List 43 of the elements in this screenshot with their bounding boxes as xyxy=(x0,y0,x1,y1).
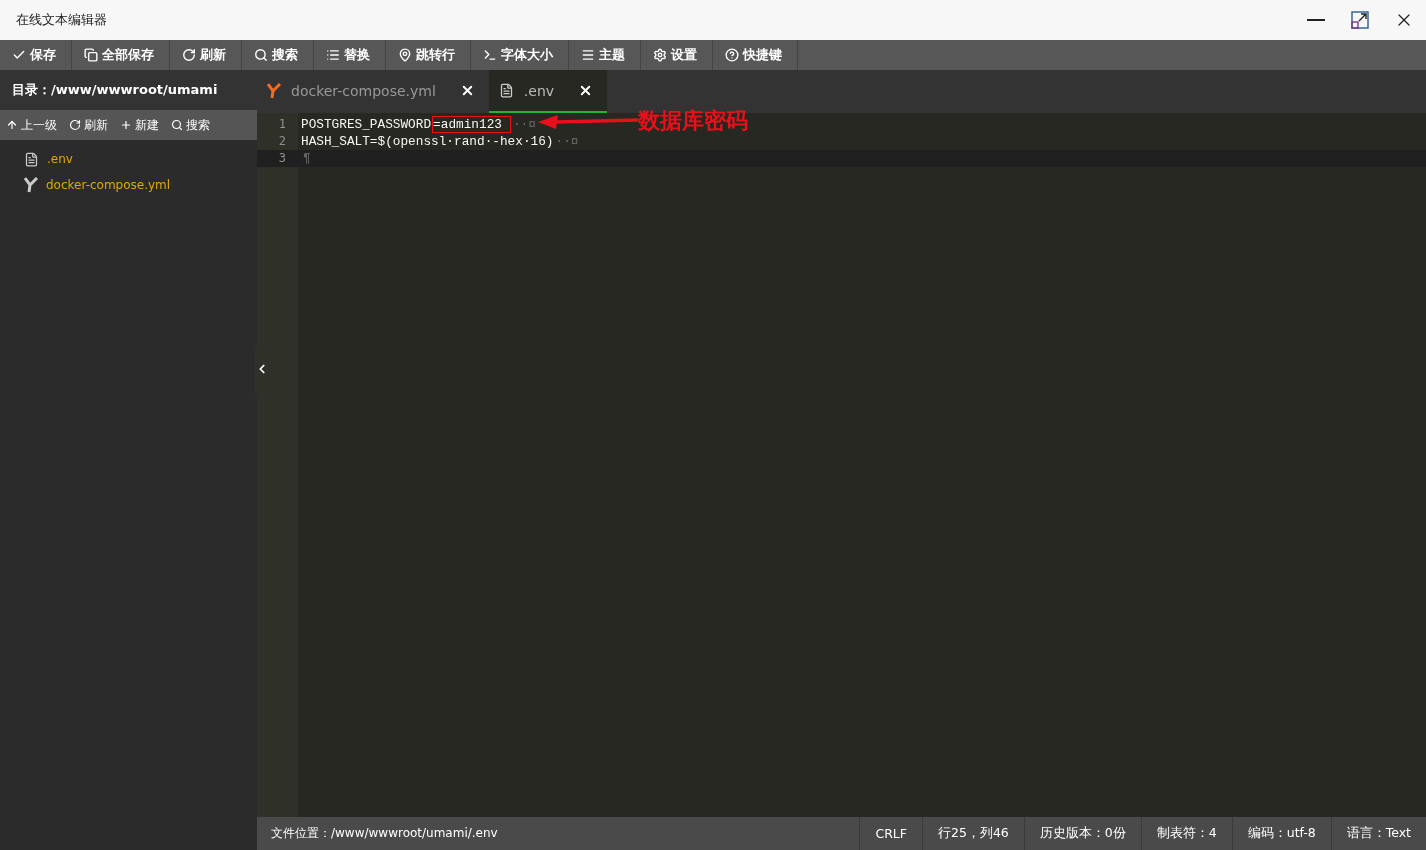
search-icon xyxy=(254,48,268,62)
status-item: 历史版本：0份 xyxy=(1023,817,1141,850)
refresh-icon xyxy=(182,48,196,62)
minimize-icon xyxy=(1307,19,1325,21)
file-item[interactable]: .env xyxy=(47,152,73,166)
status-item: 制表符：4 xyxy=(1140,817,1232,850)
line-number: 2 xyxy=(277,133,287,150)
search-icon xyxy=(171,119,183,131)
file-item[interactable]: docker-compose.yml xyxy=(46,178,171,192)
line-end-marker: ··¤ xyxy=(555,134,579,149)
document-icon xyxy=(498,83,514,98)
settings-icon xyxy=(653,48,667,62)
refresh-icon xyxy=(69,119,81,131)
check-icon xyxy=(12,48,26,62)
directory-path: 目录：/www/wwwroot/umami xyxy=(12,81,218,99)
y-shape-icon xyxy=(267,82,281,99)
document-icon xyxy=(24,151,39,167)
status-item: 编码：utf-8 xyxy=(1231,817,1331,850)
list-icon xyxy=(326,48,340,62)
arrow-icon xyxy=(537,113,638,129)
menu-icon xyxy=(581,48,595,62)
window-title: 在线文本编辑器 xyxy=(16,11,108,29)
code-text: POSTGRES_PASSWORD xyxy=(301,117,432,132)
arrow-up-icon xyxy=(6,119,18,131)
line-end-marker: ¶ xyxy=(303,151,311,166)
copy-icon xyxy=(84,48,98,62)
code-text: HASH_SALT=$(openssl·rand·-hex·16) xyxy=(301,134,554,149)
editor-tab[interactable]: .env xyxy=(488,70,608,113)
y-shape-icon xyxy=(24,177,38,193)
plus-icon xyxy=(120,119,132,131)
status-item: CRLF xyxy=(859,817,922,850)
pin-icon xyxy=(398,48,412,62)
status-item: 行25，列46 xyxy=(922,817,1024,850)
status-item: 语言：Text xyxy=(1330,817,1426,850)
line-number: 1 xyxy=(277,116,287,133)
annotation-label: 数据库密码 xyxy=(637,107,748,135)
line-number: 3 xyxy=(277,150,287,167)
highlighted-code: =admin123 xyxy=(432,116,511,133)
help-icon xyxy=(725,48,739,62)
file-location: 文件位置：/www/wwwroot/umami/.env xyxy=(270,825,499,842)
line-end-marker: ··¤ xyxy=(512,117,536,132)
terminal-icon xyxy=(483,48,497,62)
maximize-icon xyxy=(1351,11,1369,29)
